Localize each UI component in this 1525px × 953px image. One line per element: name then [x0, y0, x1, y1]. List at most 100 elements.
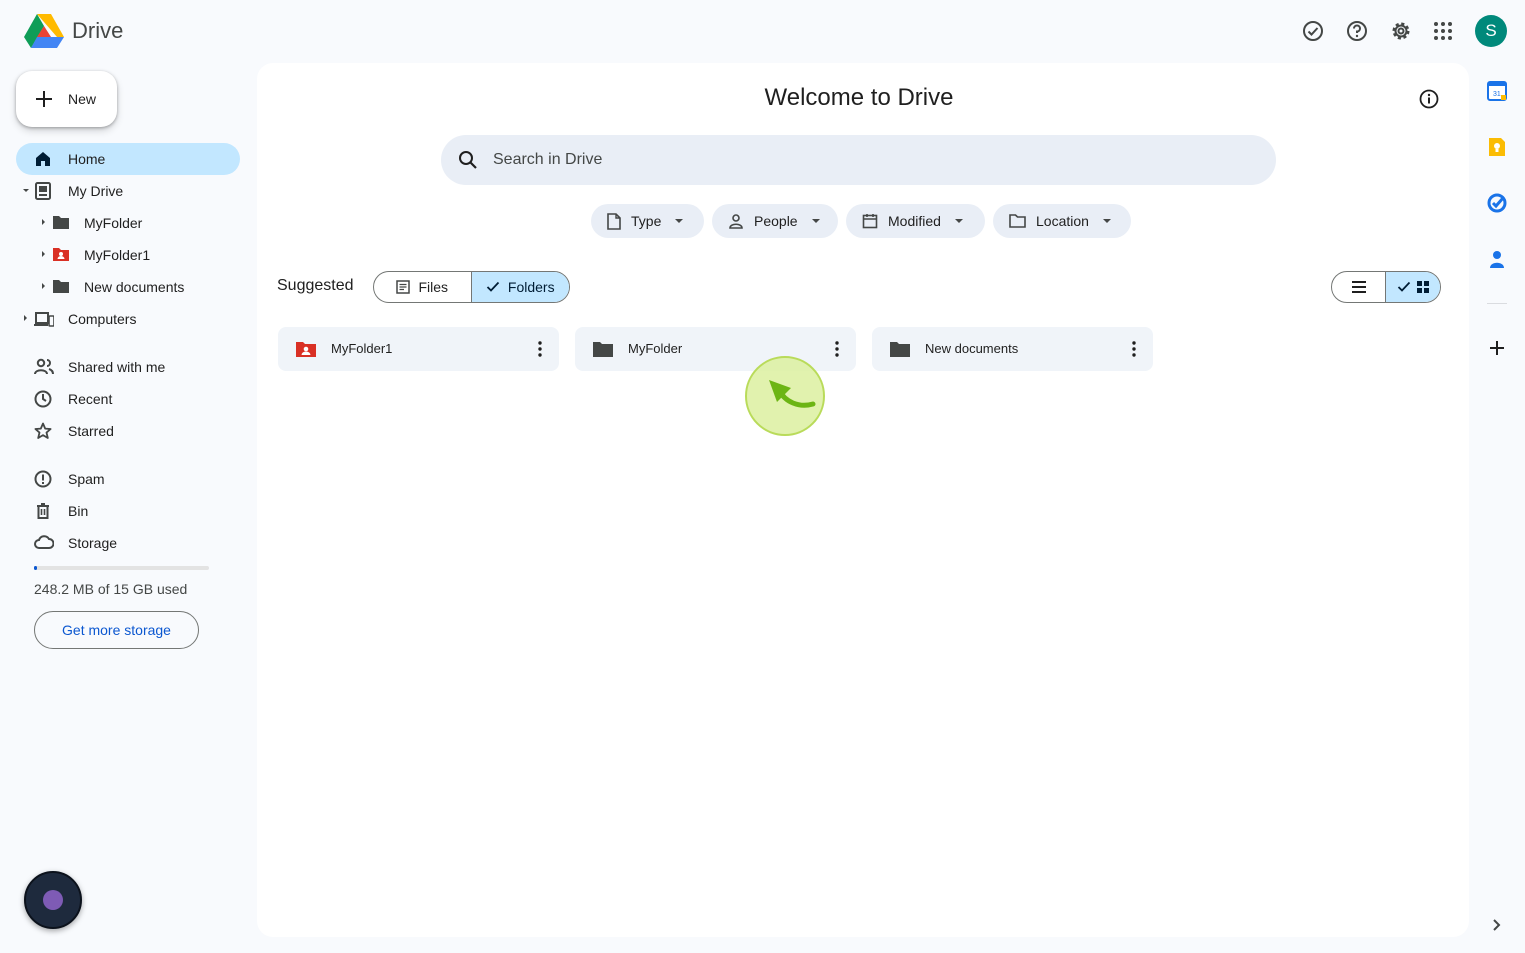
- sidebar-item-bin[interactable]: Bin: [16, 495, 240, 527]
- dropdown-arrow-icon: [811, 219, 820, 223]
- search-bar[interactable]: [441, 135, 1276, 185]
- new-button-label: New: [68, 91, 97, 107]
- segment-files[interactable]: Files: [374, 272, 472, 302]
- calendar-app-icon[interactable]: 31: [1486, 80, 1508, 102]
- filter-people-chip[interactable]: People: [712, 204, 838, 238]
- app-title[interactable]: Drive: [72, 18, 123, 44]
- filter-label: People: [754, 213, 798, 229]
- expand-caret-icon[interactable]: [23, 189, 29, 192]
- storage-bar-track: [34, 566, 209, 570]
- sidebar-item-shared-with-me[interactable]: Shared with me: [16, 351, 240, 383]
- check-icon: [1397, 281, 1411, 293]
- trash-icon: [34, 502, 54, 520]
- filter-label: Location: [1036, 213, 1089, 229]
- offline-ready-icon[interactable]: [1300, 18, 1326, 44]
- page-title: Welcome to Drive: [764, 84, 954, 111]
- drive-logo-icon[interactable]: [24, 13, 64, 49]
- dropdown-arrow-icon: [954, 219, 963, 223]
- sidebar-item-starred[interactable]: Starred: [16, 415, 240, 447]
- shared-folder-icon: [295, 340, 317, 358]
- sidebar-item-label: My Drive: [68, 183, 124, 199]
- view-toggle: [1331, 271, 1441, 303]
- new-button[interactable]: New: [16, 71, 117, 127]
- search-input[interactable]: [493, 147, 1193, 173]
- star-icon: [34, 422, 54, 440]
- my-drive-icon: [34, 182, 54, 200]
- sidebar-item-spam[interactable]: Spam: [16, 463, 240, 495]
- list-view-button[interactable]: [1332, 272, 1387, 302]
- floating-assistant-button[interactable]: [24, 871, 82, 929]
- sidebar-item-myfolder1[interactable]: MyFolder1: [16, 239, 240, 271]
- more-options-icon[interactable]: [835, 341, 839, 357]
- sidebar-item-storage[interactable]: Storage: [16, 527, 240, 559]
- folder-name: MyFolder: [628, 341, 683, 356]
- check-icon: [486, 281, 500, 293]
- add-addon-plus-icon[interactable]: [1486, 337, 1508, 359]
- sidebar-item-my-drive[interactable]: My Drive: [16, 175, 240, 207]
- expand-caret-icon[interactable]: [42, 219, 45, 225]
- sidebar-item-label: Recent: [68, 391, 113, 407]
- plus-icon: [34, 89, 54, 109]
- segment-folders[interactable]: Folders: [471, 272, 569, 302]
- assistant-dot-icon: [43, 890, 63, 910]
- sidebar-item-label: Home: [68, 151, 106, 167]
- settings-gear-icon[interactable]: [1388, 18, 1414, 44]
- folder-name: MyFolder1: [331, 341, 393, 356]
- filter-location-chip[interactable]: Location: [993, 204, 1131, 238]
- sidebar-item-recent[interactable]: Recent: [16, 383, 240, 415]
- spam-icon: [34, 470, 54, 488]
- get-more-storage-button[interactable]: Get more storage: [34, 611, 199, 649]
- dropdown-arrow-icon: [675, 219, 684, 223]
- tasks-app-icon[interactable]: [1486, 192, 1508, 214]
- contacts-app-icon[interactable]: [1486, 248, 1508, 270]
- folder-icon: [52, 278, 72, 296]
- account-avatar[interactable]: S: [1475, 15, 1507, 47]
- expand-caret-icon[interactable]: [42, 283, 45, 289]
- grid-view-button[interactable]: [1386, 272, 1440, 302]
- apps-grid-icon[interactable]: [1430, 18, 1456, 44]
- sidebar-item-new-documents[interactable]: New documents: [16, 271, 240, 303]
- suggested-segmented-control: Files Folders: [373, 271, 570, 303]
- folder-outline-icon: [1009, 214, 1026, 228]
- list-icon: [1351, 280, 1367, 294]
- file-icon: [607, 212, 621, 230]
- search-icon[interactable]: [458, 150, 478, 170]
- more-options-icon[interactable]: [538, 341, 542, 357]
- people-icon: [34, 358, 54, 376]
- home-icon: [34, 150, 54, 168]
- person-icon: [728, 213, 744, 229]
- expand-caret-icon[interactable]: [24, 315, 27, 321]
- sidebar-item-label: Storage: [68, 535, 118, 551]
- help-icon[interactable]: [1344, 18, 1370, 44]
- sidebar-item-myfolder[interactable]: MyFolder: [16, 207, 240, 239]
- main-panel: [257, 63, 1469, 937]
- more-options-icon[interactable]: [1132, 341, 1136, 357]
- suggested-heading: Suggested: [277, 277, 354, 294]
- clock-icon: [34, 390, 54, 408]
- filter-label: Modified: [888, 213, 941, 229]
- sidebar-item-label: Shared with me: [68, 359, 166, 375]
- folder-card[interactable]: New documents: [872, 327, 1153, 371]
- sidebar-item-computers[interactable]: Computers: [16, 303, 240, 335]
- cloud-icon: [34, 534, 54, 552]
- sidebar-item-label: MyFolder: [84, 215, 143, 231]
- info-icon[interactable]: [1418, 88, 1440, 110]
- sidebar-item-home[interactable]: Home: [16, 143, 240, 175]
- folder-name: New documents: [925, 341, 1019, 356]
- grid-icon: [1416, 280, 1430, 294]
- folder-icon: [889, 340, 911, 358]
- dropdown-arrow-icon: [1102, 219, 1111, 223]
- sidebar-item-label: MyFolder1: [84, 247, 151, 263]
- expand-caret-icon[interactable]: [42, 251, 45, 257]
- computer-icon: [34, 310, 54, 328]
- chevron-right-icon[interactable]: [1486, 914, 1508, 936]
- folder-card[interactable]: MyFolder1: [278, 327, 559, 371]
- sidebar-item-label: New documents: [84, 279, 185, 295]
- storage-bar-fill: [34, 566, 37, 570]
- click-indicator: [745, 356, 825, 436]
- filter-type-chip[interactable]: Type: [591, 204, 704, 238]
- sidebar-item-label: Spam: [68, 471, 105, 487]
- filter-modified-chip[interactable]: Modified: [846, 204, 985, 238]
- storage-usage-text: 248.2 MB of 15 GB used: [34, 581, 188, 597]
- keep-app-icon[interactable]: [1486, 136, 1508, 158]
